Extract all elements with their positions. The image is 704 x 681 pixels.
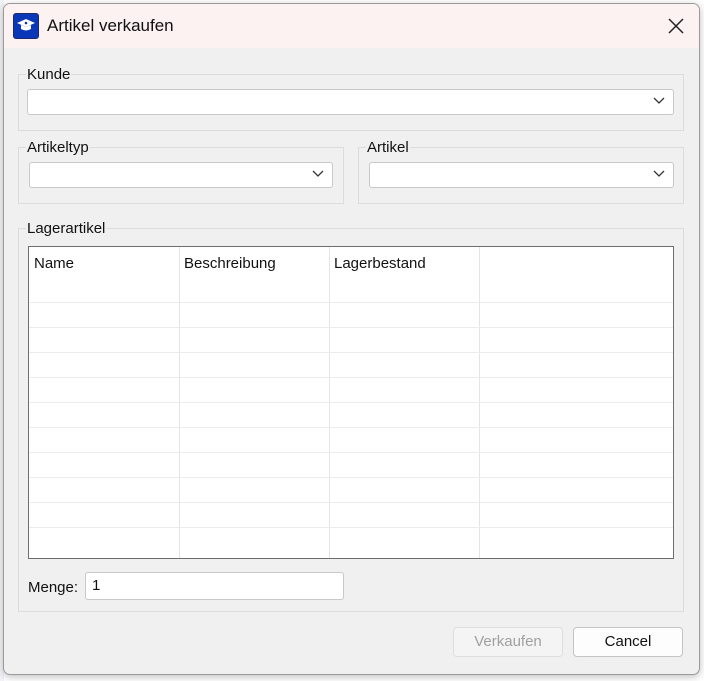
title-bar: Artikel verkaufen	[4, 4, 699, 48]
table-row-separator	[29, 477, 673, 478]
table-row-separator	[29, 302, 673, 303]
artikel-label: Artikel	[366, 139, 410, 156]
table-row-separator	[29, 452, 673, 453]
column-header-lagerbestand[interactable]: Lagerbestand	[334, 255, 426, 272]
chevron-down-icon	[653, 97, 665, 104]
table-row-separator	[29, 527, 673, 528]
table-row-separator	[29, 352, 673, 353]
menge-label: Menge:	[28, 579, 79, 596]
artikel-combobox[interactable]	[369, 162, 674, 188]
chevron-down-icon	[653, 170, 665, 177]
graduation-cap-icon	[13, 13, 39, 39]
column-header-beschreibung[interactable]: Beschreibung	[184, 255, 276, 272]
table-row-separator	[29, 402, 673, 403]
menge-input[interactable]: 1	[85, 572, 344, 600]
lagerartikel-table[interactable]: Name Beschreibung Lagerbestand	[28, 246, 674, 559]
lagerartikel-label: Lagerartikel	[26, 220, 107, 237]
artikeltyp-combobox[interactable]	[29, 162, 333, 188]
chevron-down-icon	[312, 170, 324, 177]
table-row-separator	[29, 502, 673, 503]
close-icon	[668, 18, 684, 34]
table-row-separator	[29, 377, 673, 378]
window-title: Artikel verkaufen	[47, 16, 174, 35]
verkaufen-button[interactable]: Verkaufen	[453, 627, 563, 657]
table-row-separator	[29, 327, 673, 328]
close-button[interactable]	[653, 4, 699, 48]
table-row-separator	[29, 427, 673, 428]
artikeltyp-label: Artikeltyp	[26, 139, 90, 156]
kunde-label: Kunde	[26, 66, 72, 83]
column-header-name[interactable]: Name	[34, 255, 74, 272]
cancel-button[interactable]: Cancel	[573, 627, 683, 657]
dialog-window: Artikel verkaufen Kunde Artikeltyp Artik…	[3, 3, 700, 675]
kunde-combobox[interactable]	[27, 89, 674, 115]
